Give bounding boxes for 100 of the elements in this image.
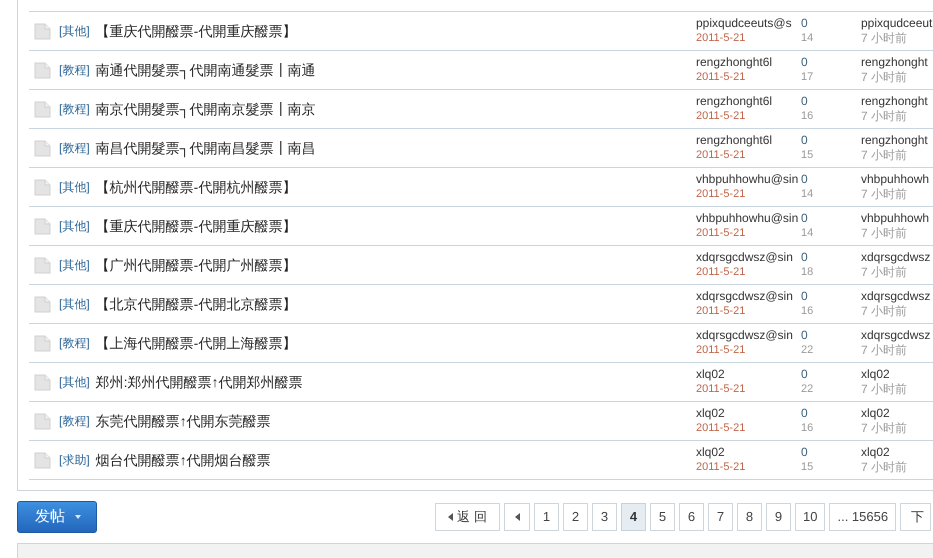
thread-category[interactable]: [教程] xyxy=(59,61,90,79)
page-button[interactable]: 9 xyxy=(766,503,791,531)
reply-count: 0 xyxy=(801,94,809,109)
last-reply-time: 7 小时前 xyxy=(861,343,908,358)
view-count: 15 xyxy=(801,148,814,163)
author-name[interactable]: xlq02 xyxy=(696,406,801,421)
thread-category[interactable]: [教程] xyxy=(59,100,90,118)
page-button[interactable]: 7 xyxy=(708,503,733,531)
author-name[interactable]: xlq02 xyxy=(696,445,801,460)
document-icon xyxy=(34,22,51,40)
thread-title[interactable]: 【重庆代開醱票-代開重庆醱票】 xyxy=(96,216,296,236)
thread-category[interactable]: [教程] xyxy=(59,334,90,352)
last-reply-time: 7 小时前 xyxy=(861,148,908,163)
author-name[interactable]: vhbpuhhowhu@sin xyxy=(696,211,801,226)
post-date: 2011-5-21 xyxy=(696,304,746,319)
author-name[interactable]: xlq02 xyxy=(696,367,801,382)
view-count: 18 xyxy=(801,265,814,280)
last-poster-name[interactable]: vhbpuhhowh xyxy=(861,172,930,187)
author-name[interactable]: rengzhonght6l xyxy=(696,133,801,148)
author-name[interactable]: xdqrsgcdwsz@sin xyxy=(696,328,801,343)
thread-category[interactable]: [教程] xyxy=(59,139,90,157)
previous-page-button[interactable] xyxy=(504,503,530,531)
document-icon xyxy=(34,296,51,312)
last-poster-name[interactable]: xdqrsgcdwsz xyxy=(861,250,930,265)
view-count: 16 xyxy=(801,109,814,124)
view-count: 17 xyxy=(801,70,814,85)
page-button[interactable]: 2 xyxy=(563,503,588,531)
author-name[interactable]: xdqrsgcdwsz@sin xyxy=(696,289,801,304)
page-button[interactable]: 5 xyxy=(650,503,675,531)
last-reply-time: 7 小时前 xyxy=(861,265,908,280)
post-date: 2011-5-21 xyxy=(696,382,746,397)
thread-title[interactable]: 烟台代開醱票↑代開烟台醱票 xyxy=(96,450,271,470)
thread-category[interactable]: [其他] xyxy=(59,22,90,40)
last-poster-name[interactable]: xlq02 xyxy=(861,367,908,382)
last-poster-name[interactable]: rengzhonght xyxy=(861,94,928,109)
last-poster-name[interactable]: ppixqudceeut xyxy=(861,16,932,31)
thread-category[interactable]: [其他] xyxy=(59,217,90,235)
last-poster-name[interactable]: xlq02 xyxy=(861,445,908,460)
thread-title[interactable]: 郑州:郑州代開醱票↑代開郑州醱票 xyxy=(96,372,303,392)
reply-count: 0 xyxy=(801,16,809,31)
last-reply-time: 7 小时前 xyxy=(861,304,908,319)
thread-category[interactable]: [其他] xyxy=(59,178,90,196)
thread-category[interactable]: [教程] xyxy=(59,412,90,430)
thread-title[interactable]: 南通代開髮票┐代開南通髮票┃南通 xyxy=(96,60,316,80)
author-name[interactable]: ppixqudceeuts@s xyxy=(696,16,801,31)
author-name[interactable]: rengzhonght6l xyxy=(696,94,801,109)
last-poster-name[interactable]: rengzhonght xyxy=(861,55,928,70)
document-icon xyxy=(34,412,51,430)
thread-title[interactable]: 【重庆代開醱票-代開重庆醱票】 xyxy=(96,20,296,42)
last-reply-time: 7 小时前 xyxy=(861,31,908,46)
thread-category[interactable]: [其他] xyxy=(59,256,90,274)
document-icon xyxy=(34,256,51,274)
last-reply-time: 7 小时前 xyxy=(861,109,908,124)
reply-count: 0 xyxy=(801,445,809,460)
thread-title[interactable]: 【上海代開醱票-代開上海醱票】 xyxy=(96,332,296,354)
reply-count: 0 xyxy=(801,172,809,187)
view-count: 14 xyxy=(801,187,814,202)
last-poster-name[interactable]: vhbpuhhowh xyxy=(861,211,930,226)
thread-category[interactable]: [其他] xyxy=(59,295,90,313)
page-button[interactable]: 3 xyxy=(592,503,617,531)
post-date: 2011-5-21 xyxy=(696,226,746,241)
post-date: 2011-5-21 xyxy=(696,31,746,46)
reply-count: 0 xyxy=(801,406,809,421)
last-poster-name[interactable]: xlq02 xyxy=(861,406,908,421)
author-name[interactable]: vhbpuhhowhu@sin xyxy=(696,172,801,187)
thread-category[interactable]: [求助] xyxy=(59,451,90,469)
last-reply-time: 7 小时前 xyxy=(861,421,908,436)
post-date: 2011-5-21 xyxy=(696,265,746,280)
reply-count: 0 xyxy=(801,328,809,343)
thread-title[interactable]: 东莞代開醱票↑代開东莞醱票 xyxy=(96,410,271,432)
new-post-button[interactable]: 发帖 xyxy=(17,501,97,533)
caret-down-icon xyxy=(75,515,81,519)
thread-title[interactable]: 【广州代開醱票-代開广州醱票】 xyxy=(96,254,296,276)
thread-category[interactable]: [其他] xyxy=(59,373,90,391)
last-poster-name[interactable]: xdqrsgcdwsz xyxy=(861,328,930,343)
last-reply-time: 7 小时前 xyxy=(861,187,908,202)
back-button[interactable]: 返 回 xyxy=(435,503,500,531)
thread-title[interactable]: 【杭州代開醱票-代開杭州醱票】 xyxy=(96,176,296,198)
page-button[interactable]: ... 15656 xyxy=(829,503,896,531)
reply-count: 0 xyxy=(801,133,809,148)
thread-title[interactable]: 南昌代開髮票┐代開南昌髮票┃南昌 xyxy=(96,138,316,158)
page-button[interactable]: 4 xyxy=(621,503,646,531)
post-date: 2011-5-21 xyxy=(696,109,746,124)
last-poster-name[interactable]: rengzhonght xyxy=(861,133,928,148)
view-count: 15 xyxy=(801,460,814,475)
last-reply-time: 7 小时前 xyxy=(861,70,908,85)
page-button[interactable]: 1 xyxy=(534,503,559,531)
post-date: 2011-5-21 xyxy=(696,148,746,163)
post-date: 2011-5-21 xyxy=(696,187,746,202)
last-poster-name[interactable]: xdqrsgcdwsz xyxy=(861,289,930,304)
author-name[interactable]: xdqrsgcdwsz@sin xyxy=(696,250,801,265)
document-icon xyxy=(34,218,51,234)
reply-count: 0 xyxy=(801,289,809,304)
author-name[interactable]: rengzhonght6l xyxy=(696,55,801,70)
page-button[interactable]: 6 xyxy=(679,503,704,531)
page-button[interactable]: 8 xyxy=(737,503,762,531)
thread-title[interactable]: 南京代開髮票┐代開南京髮票┃南京 xyxy=(96,98,316,120)
next-page-button[interactable]: 下 xyxy=(900,503,932,531)
page-button[interactable]: 10 xyxy=(795,503,826,531)
thread-title[interactable]: 【北京代開醱票-代開北京醱票】 xyxy=(96,294,296,314)
